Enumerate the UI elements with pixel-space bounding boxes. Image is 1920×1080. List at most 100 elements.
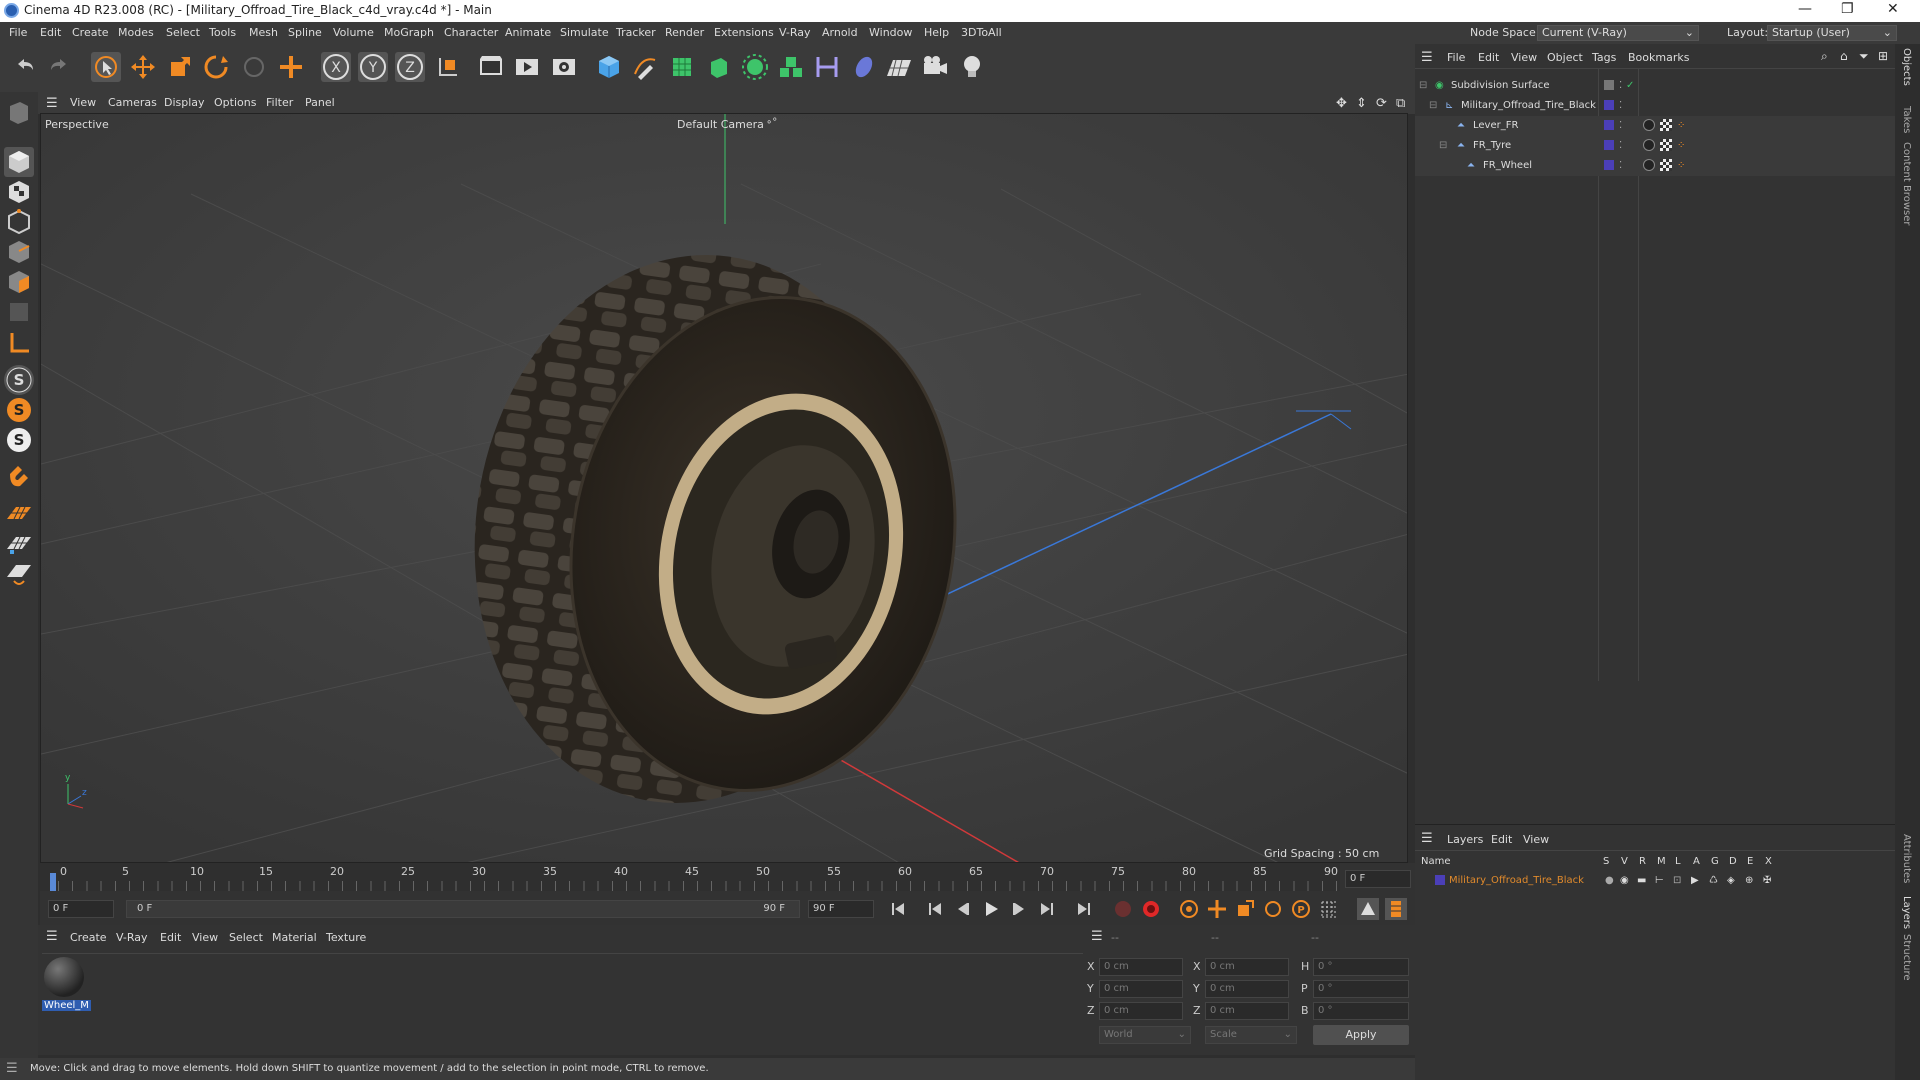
menu-create[interactable]: Create <box>72 26 109 39</box>
hamburger-icon[interactable]: ☰ <box>46 96 58 111</box>
field-button[interactable] <box>849 52 879 82</box>
coordinate-system-button[interactable] <box>432 52 462 82</box>
record-keys-button[interactable] <box>1112 898 1134 920</box>
tab-attributes[interactable]: Attributes <box>1901 834 1912 883</box>
filter-icon[interactable]: ⏷ <box>1859 49 1869 64</box>
key-pla-button[interactable] <box>1318 898 1340 920</box>
menu-character[interactable]: Character <box>444 26 498 39</box>
snap-settings-button[interactable]: S <box>4 395 34 425</box>
material-tag-icon[interactable] <box>1643 119 1655 131</box>
motion-clip-button[interactable] <box>1357 898 1379 920</box>
deformers-icon[interactable]: ◈ <box>1727 875 1735 886</box>
layout-select[interactable]: Startup (User) ⌄ <box>1767 25 1897 41</box>
start-frame-field[interactable]: 0 F <box>48 900 114 918</box>
next-frame-button[interactable] <box>1008 898 1030 920</box>
menu-tools[interactable]: Tools <box>209 26 236 39</box>
lock-y-button[interactable]: Y <box>358 52 388 82</box>
viewport-menu-cameras[interactable]: Cameras <box>108 96 157 109</box>
menu-file[interactable]: File <box>9 26 27 39</box>
menu-modes[interactable]: Modes <box>118 26 154 39</box>
material-menu-select[interactable]: Select <box>229 931 263 944</box>
menu-extensions[interactable]: Extensions <box>714 26 774 39</box>
go-to-start-button[interactable] <box>887 898 909 920</box>
object-row-lever-fr[interactable]: ⏶ Lever_FR ⁚ ⁘ <box>1415 116 1895 136</box>
previous-key-button[interactable] <box>924 898 946 920</box>
pan-view-icon[interactable]: ✥ <box>1336 96 1347 111</box>
apply-button[interactable]: Apply <box>1313 1025 1409 1045</box>
edges-mode-button[interactable] <box>4 237 34 267</box>
menu-spline[interactable]: Spline <box>288 26 322 39</box>
objects-menu-view[interactable]: View <box>1511 51 1537 64</box>
live-selection-button[interactable] <box>91 52 121 82</box>
deformer-button[interactable] <box>812 52 842 82</box>
tab-objects[interactable]: Objects <box>1901 48 1912 86</box>
camera-button[interactable] <box>920 52 950 82</box>
visibility-dots-icon[interactable]: ⁚ <box>1619 140 1622 151</box>
camera-link-icon[interactable]: ∘° <box>766 117 777 128</box>
timeline-layout-button[interactable] <box>1385 898 1407 920</box>
material-swatch-wheel[interactable]: Wheel_M <box>42 955 91 1017</box>
visibility-dots-icon[interactable]: ⁚ <box>1619 160 1622 171</box>
menu-arnold[interactable]: Arnold <box>822 26 858 39</box>
rotate-button[interactable] <box>201 52 231 82</box>
uv-mode-button[interactable] <box>4 297 34 327</box>
size-y-field[interactable]: 0 cm <box>1205 980 1289 998</box>
current-frame-field[interactable]: 0 F <box>1345 870 1411 888</box>
coord-space-select[interactable]: World ⌄ <box>1099 1026 1191 1044</box>
objects-menu-edit[interactable]: Edit <box>1478 51 1499 64</box>
layer-color-swatch[interactable] <box>1435 875 1445 885</box>
lock-icon[interactable]: ⊡ <box>1673 875 1681 886</box>
points-mode-button[interactable] <box>4 207 34 237</box>
light-button[interactable] <box>957 52 987 82</box>
material-menu-material[interactable]: Material <box>272 931 317 944</box>
guide-snap-button[interactable] <box>4 559 34 589</box>
node-space-select[interactable]: Current (V-Ray) ⌄ <box>1537 25 1699 41</box>
size-x-field[interactable]: 0 cm <box>1205 958 1289 976</box>
floor-button[interactable] <box>884 52 914 82</box>
minimize-icon[interactable]: — <box>1798 1 1812 17</box>
material-menu-texture[interactable]: Texture <box>326 931 366 944</box>
menu-tracker[interactable]: Tracker <box>616 26 656 39</box>
visibility-dots-icon[interactable]: ⁚ <box>1619 120 1622 131</box>
render-settings-button[interactable] <box>549 52 579 82</box>
collapse-icon[interactable]: ⊟ <box>1429 100 1437 111</box>
render-view-button[interactable] <box>476 52 506 82</box>
end-frame-field[interactable]: 90 F <box>808 900 874 918</box>
menu-3dtoall[interactable]: 3DToAll <box>961 26 1002 39</box>
size-z-field[interactable]: 0 cm <box>1205 1002 1289 1020</box>
coord-scale-select[interactable]: Scale ⌄ <box>1205 1026 1297 1044</box>
material-menu-edit[interactable]: Edit <box>160 931 181 944</box>
rotate-view-icon[interactable]: ⟳ <box>1376 96 1387 111</box>
layers-menu-layers[interactable]: Layers <box>1447 833 1483 846</box>
menu-edit[interactable]: Edit <box>40 26 61 39</box>
new-window-icon[interactable]: ⊞ <box>1878 49 1888 63</box>
rot-p-field[interactable]: 0 ° <box>1313 980 1409 998</box>
object-row-fr-tyre[interactable]: ⊟ ⏶ FR_Tyre ⁚ ⁘ <box>1415 136 1895 156</box>
hamburger-icon[interactable]: ☰ <box>1421 50 1433 65</box>
camera-name[interactable]: Default Camera <box>677 118 764 131</box>
layer-row[interactable]: Military_Offroad_Tire_Black ● ◉ ▬ ⊢ ⊡ ▶ … <box>1415 871 1895 891</box>
key-rotation-button[interactable] <box>1262 898 1284 920</box>
material-menu-vray[interactable]: V-Ray <box>116 931 148 944</box>
home-icon[interactable]: ⌂ <box>1840 49 1848 63</box>
close-icon[interactable]: ✕ <box>1887 1 1899 17</box>
menu-render[interactable]: Render <box>665 26 704 39</box>
menu-vray[interactable]: V-Ray <box>779 26 811 39</box>
pos-y-field[interactable]: 0 cm <box>1099 980 1183 998</box>
collapse-icon[interactable]: ⊟ <box>1419 80 1427 91</box>
expressions-icon[interactable]: ⊕ <box>1745 875 1753 886</box>
object-row-fr-wheel[interactable]: ⏶ FR_Wheel ⁚ ⁘ <box>1415 156 1895 176</box>
menu-window[interactable]: Window <box>869 26 912 39</box>
menu-mesh[interactable]: Mesh <box>249 26 278 39</box>
animation-icon[interactable]: ▶ <box>1691 875 1699 886</box>
previous-frame-button[interactable] <box>952 898 974 920</box>
menu-help[interactable]: Help <box>924 26 949 39</box>
hamburger-icon[interactable]: ☰ <box>46 929 58 944</box>
generators-icon[interactable]: ♺ <box>1709 875 1718 886</box>
tab-content-browser[interactable]: Content Browser <box>1901 142 1912 225</box>
move-button[interactable] <box>128 52 158 82</box>
key-parameter-button[interactable]: P <box>1290 898 1312 920</box>
menu-animate[interactable]: Animate <box>505 26 551 39</box>
menu-mograph[interactable]: MoGraph <box>384 26 434 39</box>
pen-spline-button[interactable] <box>630 52 660 82</box>
